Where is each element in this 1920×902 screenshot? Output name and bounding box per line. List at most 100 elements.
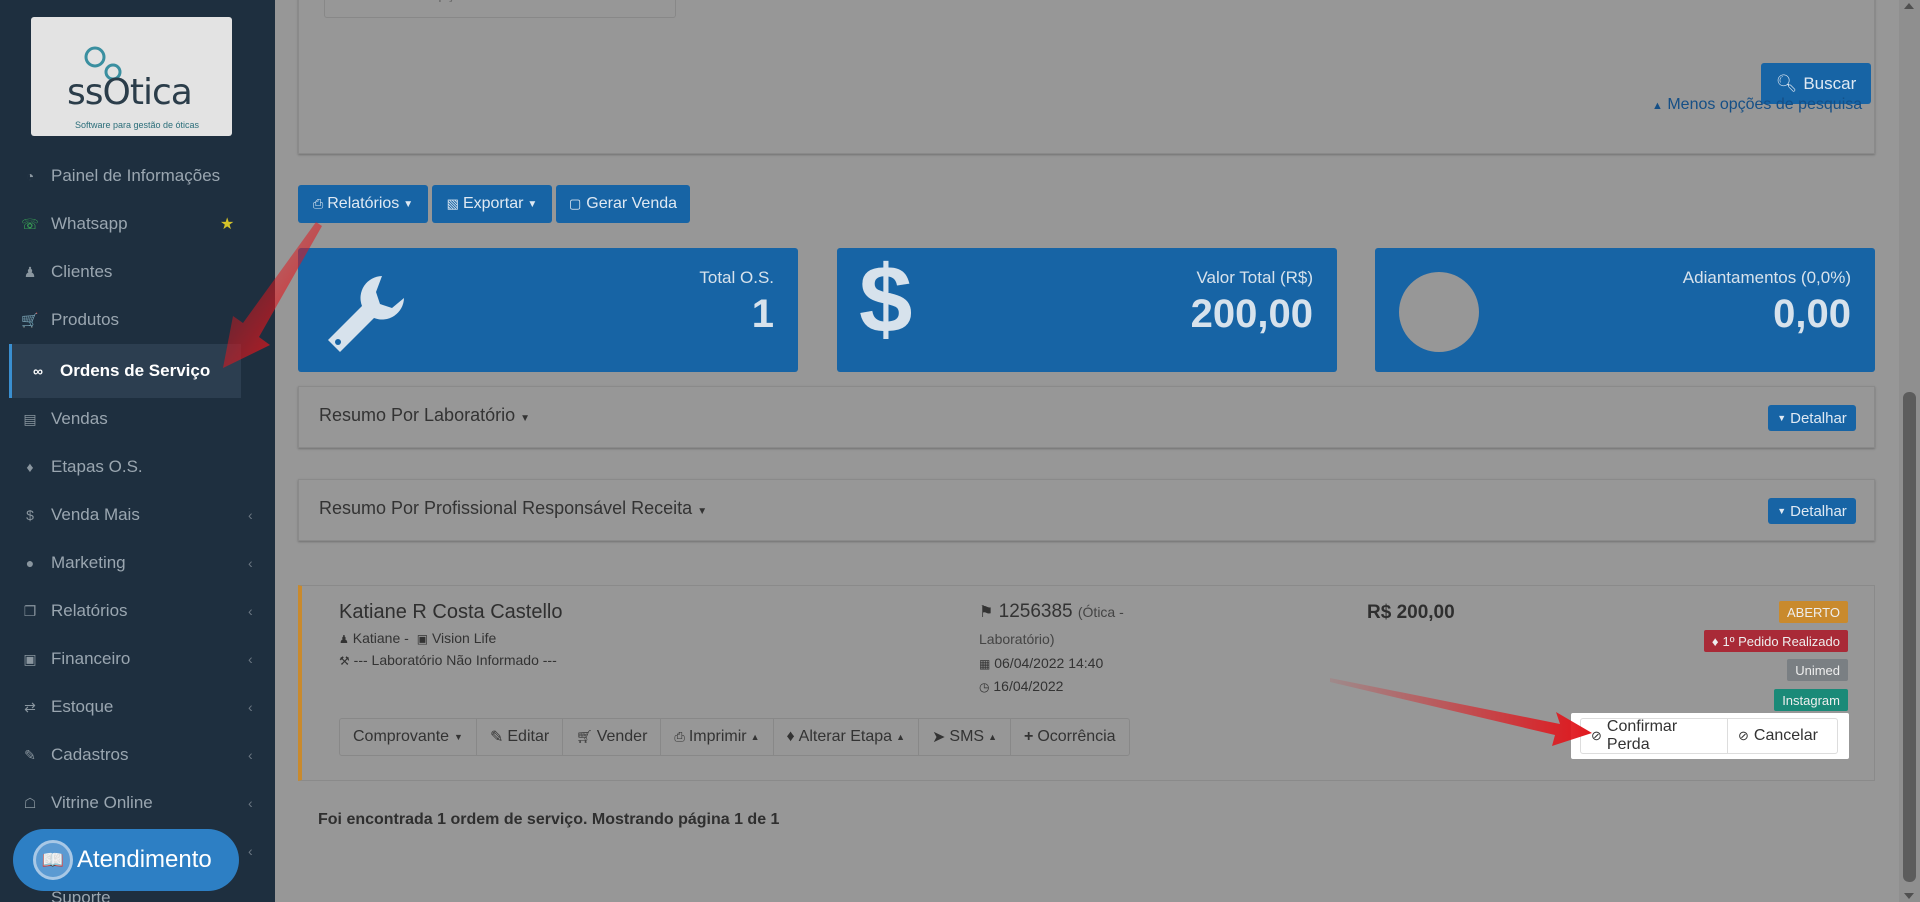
clock-icon: ◷ (979, 680, 990, 694)
imprimir-label: Imprimir (688, 728, 747, 745)
detalhar-button[interactable]: ▼ Detalhar (1768, 498, 1856, 524)
star-icon: ★ (220, 216, 235, 233)
sidebar-item-vendas[interactable]: ▤ Vendas (0, 398, 275, 440)
total-os-label: Total O.S. (699, 268, 774, 287)
search-icon: 🔍︎ (1775, 73, 1798, 93)
file-excel-icon: ▧ (446, 196, 459, 211)
order-laboratory: ⚒ --- Laboratório Não Informado --- (339, 652, 557, 668)
editar-label: Editar (507, 728, 550, 745)
scroll-down-icon[interactable] (1904, 893, 1914, 899)
due-date-value: 16/04/2022 (993, 678, 1064, 694)
building-icon: ▣ (416, 632, 429, 646)
laboratory-name: --- Laboratório Não Informado --- (353, 652, 557, 668)
order-due-date: ◷ 16/04/2022 (979, 678, 1063, 694)
editar-button[interactable]: ✎ Editar (477, 719, 564, 755)
ocorrencia-label: Ocorrência (1037, 728, 1116, 745)
sidebar: ssOtica Software para gestão de óticas ◔… (0, 0, 275, 902)
menos-opcoes-link[interactable]: ▲ Menos opções de pesquisa (1652, 96, 1862, 114)
exportar-label: Exportar (462, 195, 524, 212)
exchange-icon: ⇄ (24, 698, 36, 715)
chevron-left-icon: ‹ (248, 699, 253, 715)
relatorios-label: Relatórios (327, 195, 400, 212)
chevron-left-icon: ‹ (248, 795, 253, 811)
buscar-label: Buscar (1803, 73, 1857, 93)
caret-down-icon: ▼ (1777, 506, 1787, 516)
sidebar-item-marketing[interactable]: ● Marketing ‹ (0, 542, 275, 584)
caret-down-icon: ▼ (454, 732, 463, 742)
adiantamentos-value: 0,00 (1773, 292, 1851, 336)
sms-dropup-button[interactable]: ➤ SMS ▲ (919, 719, 1011, 755)
detalhar-button[interactable]: ▼ Detalhar (1768, 405, 1856, 431)
vender-button[interactable]: 🛒︎ Vender (563, 719, 662, 755)
stage-badge-label: 1º Pedido Realizado (1722, 633, 1841, 649)
sidebar-item-label: Marketing (51, 553, 126, 572)
cart-icon: 🛒 (21, 311, 39, 328)
chevron-left-icon: ‹ (248, 651, 253, 667)
resumo-profissional-toggle[interactable]: Resumo Por Profissional Responsável Rece… (319, 498, 707, 519)
order-seller-store: ♟ Katiane - ▣ Vision Life (339, 630, 496, 646)
tags-icon: ♦ (26, 459, 34, 475)
sidebar-item-vitrine-online[interactable]: ☖ Vitrine Online ‹ (0, 782, 275, 824)
print-icon: ⎙ (674, 729, 685, 744)
order-number-value: 1256385 (998, 601, 1073, 622)
scroll-up-icon[interactable] (1904, 3, 1914, 9)
logo[interactable]: ssOtica Software para gestão de óticas (31, 17, 232, 136)
order-created-date: ▦ 06/04/2022 14:40 (979, 655, 1103, 671)
sidebar-item-label: Whatsapp (51, 214, 128, 233)
results-summary: Foi encontrada 1 ordem de serviço. Mostr… (318, 811, 780, 828)
sidebar-item-painel[interactable]: ◔ Painel de Informações (0, 155, 275, 197)
resumo-laboratorio-toggle[interactable]: Resumo Por Laboratório ▼ (319, 405, 530, 426)
gerar-venda-button[interactable]: ▢ Gerar Venda (556, 185, 690, 223)
sidebar-item-venda-mais[interactable]: $ Venda Mais ‹ (0, 494, 275, 536)
plus-icon: + (1023, 728, 1034, 745)
book-icon: 📖 (33, 840, 73, 880)
atendimento-button[interactable]: 📖 Atendimento (13, 829, 239, 891)
order-number-suffix-2: Laboratório) (979, 631, 1055, 647)
status-badge: ABERTO (1779, 601, 1848, 623)
search-panel: Escolha uma opção 🔍︎ Buscar ▲ Menos opçõ… (298, 0, 1875, 154)
sidebar-item-relatorios[interactable]: ❐ Relatórios ‹ (0, 590, 275, 632)
scrollbar-thumb[interactable] (1903, 392, 1916, 882)
exportar-dropdown-button[interactable]: ▧ Exportar ▼ (432, 185, 552, 223)
sidebar-item-whatsapp[interactable]: ☏ Whatsapp ★ (0, 203, 275, 245)
detalhar-label: Detalhar (1790, 502, 1847, 520)
sidebar-item-clientes[interactable]: ♟ Clientes (0, 251, 275, 293)
sidebar-item-ordens-de-servico[interactable]: ∞ Ordens de Serviço (9, 344, 241, 398)
seller-name: Katiane - (352, 630, 409, 646)
store-icon: ☖ (23, 794, 37, 811)
alterar-etapa-dropup-button[interactable]: ♦ Alterar Etapa ▲ (774, 719, 919, 755)
sidebar-item-estoque[interactable]: ⇄ Estoque ‹ (0, 686, 275, 728)
search-select[interactable]: Escolha uma opção (324, 0, 676, 18)
sidebar-item-label: Clientes (51, 262, 113, 281)
page-scrollbar[interactable] (1899, 0, 1920, 902)
chevron-left-icon: ‹ (248, 507, 253, 523)
flag-icon: ⚑ (979, 604, 994, 621)
caret-down-icon: ▼ (403, 198, 414, 210)
tags-icon: ♦ (786, 728, 795, 745)
paper-plane-icon: ➤ (931, 729, 946, 746)
imprimir-dropup-button[interactable]: ⎙ Imprimir ▲ (661, 719, 774, 755)
sidebar-item-cadastros[interactable]: ✎ Cadastros ‹ (0, 734, 275, 776)
order-price: R$ 200,00 (1367, 602, 1455, 623)
copy-icon: ❐ (23, 602, 37, 619)
sidebar-item-produtos[interactable]: 🛒 Produtos (0, 299, 275, 341)
comprovante-label: Comprovante (353, 728, 450, 745)
sidebar-item-financeiro[interactable]: ▣ Financeiro ‹ (0, 638, 275, 680)
ban-icon: ⊘ (1738, 728, 1749, 743)
confirmar-perda-button[interactable]: ⊘ Confirmar Perda (1581, 718, 1728, 753)
sidebar-item-label: Venda Mais (51, 505, 140, 524)
ocorrencia-button[interactable]: + Ocorrência (1011, 719, 1129, 755)
logo-text: ssOtica (67, 72, 193, 113)
caret-up-icon: ▲ (1652, 100, 1663, 112)
print-icon: ⎙ (312, 196, 324, 211)
user-icon: ♟ (339, 634, 349, 646)
sidebar-item-etapas-os[interactable]: ♦ Etapas O.S. (0, 446, 275, 488)
edit-icon: ✎ (489, 729, 504, 746)
cancelar-button[interactable]: ⊘ Cancelar (1728, 719, 1828, 753)
sidebar-item-label: Ordens de Serviço (60, 361, 211, 380)
caret-down-icon: ▼ (1777, 413, 1787, 423)
client-name[interactable]: Katiane R Costa Castello (339, 601, 562, 624)
relatorios-dropdown-button[interactable]: ⎙ Relatórios ▼ (298, 185, 428, 223)
gerar-venda-label: Gerar Venda (586, 195, 678, 212)
comprovante-dropdown-button[interactable]: Comprovante ▼ (340, 719, 477, 755)
